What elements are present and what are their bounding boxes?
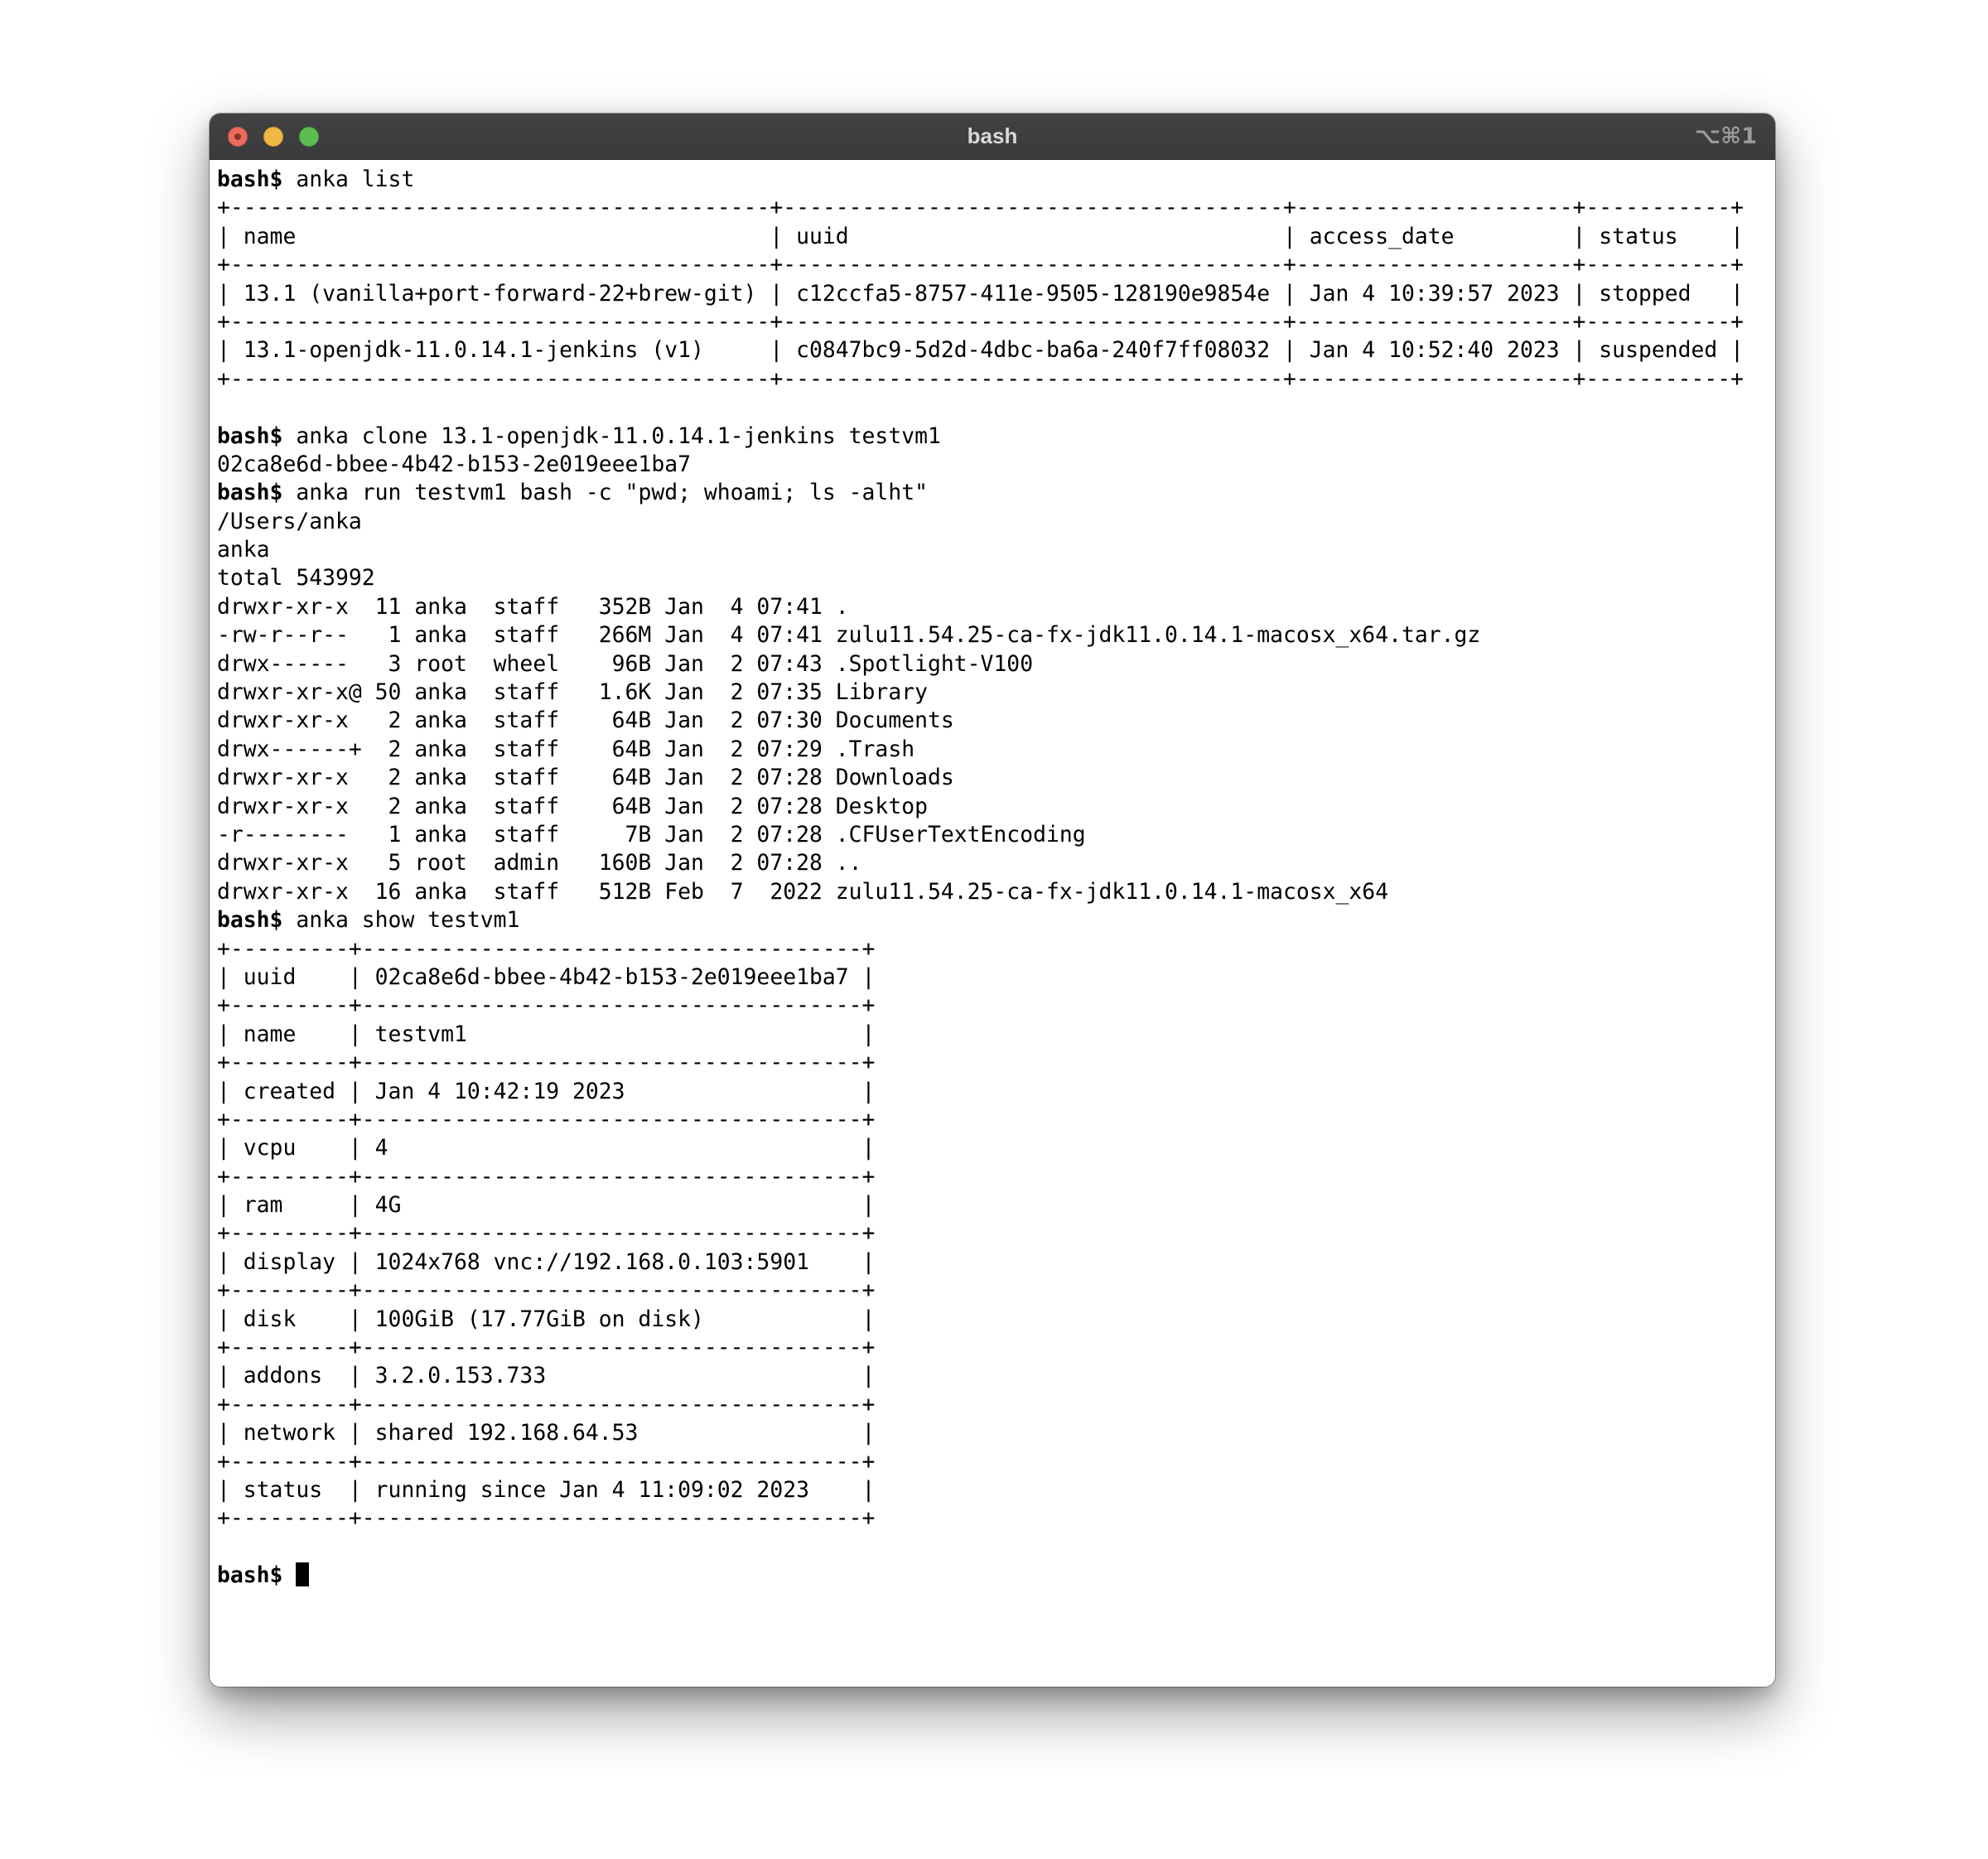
terminal-line: drwxr-xr-x@ 50 anka staff 1.6K Jan 2 07:… [217,678,1775,707]
terminal-line: +---------------------------------------… [217,194,1775,222]
terminal-line: +---------------------------------------… [217,365,1775,394]
terminal-line: bash$ [217,1562,1775,1590]
terminal-line: +---------------------------------------… [217,251,1775,279]
zoom-button[interactable] [299,127,319,147]
terminal-line: drwxr-xr-x 5 root admin 160B Jan 2 07:28… [217,849,1775,877]
close-button[interactable] [228,127,248,147]
terminal-line: | name | testvm1 | [217,1021,1775,1049]
terminal-line: drwxr-xr-x 11 anka staff 352B Jan 4 07:4… [217,593,1775,621]
terminal-line: +---------+-----------------------------… [217,935,1775,963]
terminal-line: | addons | 3.2.0.153.733 | [217,1362,1775,1390]
terminal-line: bash$ anka clone 13.1-openjdk-11.0.14.1-… [217,422,1775,451]
terminal-line: drwxr-xr-x 2 anka staff 64B Jan 2 07:30 … [217,707,1775,735]
terminal-line: total 543992 [217,564,1775,592]
terminal-cursor [296,1562,309,1586]
terminal-line: drwxr-xr-x 2 anka staff 64B Jan 2 07:28 … [217,764,1775,792]
traffic-lights [210,127,319,147]
terminal-line: | network | shared 192.168.64.53 | [217,1419,1775,1447]
terminal-line: drwx------ 3 root wheel 96B Jan 2 07:43 … [217,650,1775,678]
terminal-line: bash$ anka list [217,166,1775,194]
minimize-button[interactable] [263,127,283,147]
terminal-line: bash$ anka show testvm1 [217,906,1775,934]
shell-prompt: bash$ [217,167,282,192]
shell-prompt: bash$ [217,423,282,449]
terminal-line: | created | Jan 4 10:42:19 2023 | [217,1078,1775,1106]
terminal-window: bash ⌥⌘1 bash$ anka list+---------------… [210,113,1775,1687]
terminal-line: +---------+-----------------------------… [217,1334,1775,1362]
terminal-line: | status | running since Jan 4 11:09:02 … [217,1476,1775,1504]
terminal-line: 02ca8e6d-bbee-4b42-b153-2e019eee1ba7 [217,451,1775,479]
terminal-line: drwxr-xr-x 16 anka staff 512B Feb 7 2022… [217,878,1775,906]
terminal-line: +---------+-----------------------------… [217,1106,1775,1134]
terminal-line: drwx------+ 2 anka staff 64B Jan 2 07:29… [217,736,1775,764]
terminal-line: +---------+-----------------------------… [217,1504,1775,1533]
terminal-line: drwxr-xr-x 2 anka staff 64B Jan 2 07:28 … [217,793,1775,821]
terminal-line [217,1533,1775,1562]
shell-prompt: bash$ [217,1562,282,1588]
title-bar[interactable]: bash ⌥⌘1 [210,113,1775,160]
terminal-line: +---------+-----------------------------… [217,1049,1775,1077]
shell-prompt: bash$ [217,907,282,933]
terminal-line: | disk | 100GiB (17.77GiB on disk) | [217,1306,1775,1334]
terminal-line: | name | uuid | access_date | status | [217,223,1775,251]
terminal-line: +---------+-----------------------------… [217,1219,1775,1248]
terminal-line: anka [217,536,1775,564]
terminal-line: bash$ anka run testvm1 bash -c "pwd; who… [217,479,1775,507]
terminal-output[interactable]: bash$ anka list+------------------------… [210,160,1775,1687]
terminal-line: | ram | 4G | [217,1191,1775,1219]
window-shortcut-badge: ⌥⌘1 [1695,113,1757,159]
terminal-line: /Users/anka [217,508,1775,536]
terminal-line: +---------------------------------------… [217,308,1775,336]
terminal-line: | uuid | 02ca8e6d-bbee-4b42-b153-2e019ee… [217,963,1775,992]
terminal-line: -rw-r--r-- 1 anka staff 266M Jan 4 07:41… [217,621,1775,649]
terminal-line: | 13.1-openjdk-11.0.14.1-jenkins (v1) | … [217,336,1775,365]
terminal-line: | display | 1024x768 vnc://192.168.0.103… [217,1248,1775,1277]
terminal-line: +---------+-----------------------------… [217,1448,1775,1476]
window-title: bash [210,123,1775,149]
terminal-line: | 13.1 (vanilla+port-forward-22+brew-git… [217,280,1775,308]
terminal-line: | vcpu | 4 | [217,1134,1775,1162]
terminal-line [217,394,1775,422]
shell-prompt: bash$ [217,480,282,505]
terminal-line: +---------+-----------------------------… [217,1277,1775,1305]
terminal-line: -r-------- 1 anka staff 7B Jan 2 07:28 .… [217,821,1775,849]
terminal-line: +---------+-----------------------------… [217,1391,1775,1419]
terminal-line: +---------+-----------------------------… [217,1163,1775,1191]
terminal-line: +---------+-----------------------------… [217,992,1775,1020]
